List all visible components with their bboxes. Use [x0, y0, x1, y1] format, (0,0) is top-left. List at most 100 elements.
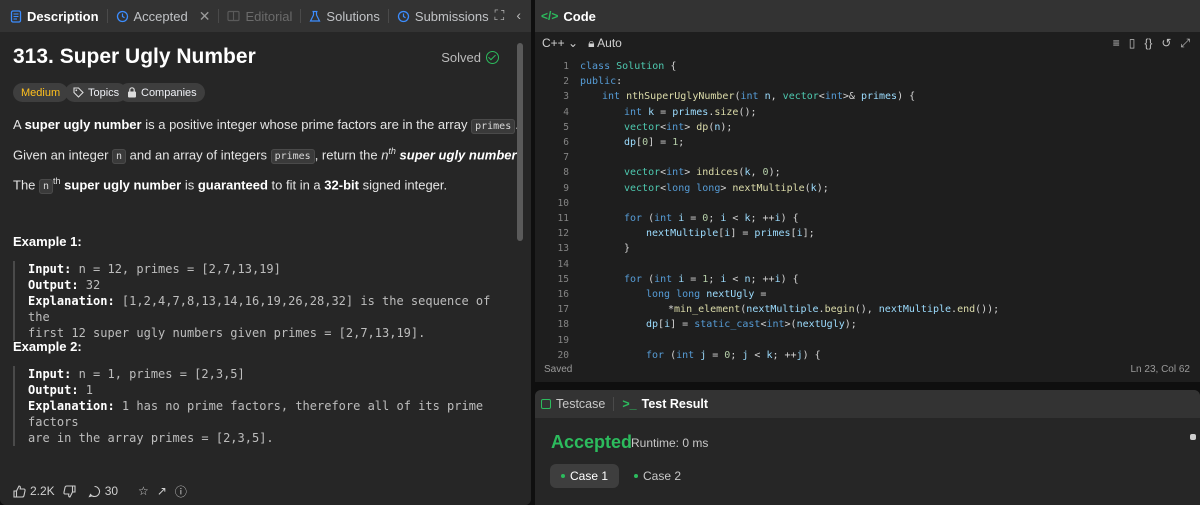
line-number: 12 — [557, 228, 569, 240]
dislike-button[interactable] — [63, 484, 76, 498]
tab-divider — [218, 9, 220, 23]
code-title: Code — [563, 8, 596, 24]
line-number: 5 — [563, 121, 569, 133]
companies-button[interactable]: Companies — [119, 83, 205, 102]
tab-solutions-label: Solutions — [326, 8, 380, 24]
case-tab-1[interactable]: Case 1 — [550, 464, 620, 488]
like-count: 2.2K — [30, 484, 55, 498]
tab-editorial[interactable]: Editorial — [227, 9, 292, 24]
code-toolbar: C++ ⌄ 🔒︎ Auto — [535, 32, 1200, 54]
line-number: 1 — [563, 61, 569, 72]
code-line: int nthSuperUglyNumber(int n, vector<int… — [602, 91, 916, 103]
code-line: int k = primes.size(); — [624, 106, 757, 118]
line-number: 15 — [557, 273, 569, 285]
description-scrollbar[interactable] — [516, 33, 524, 473]
left-tab-bar: Description Accepted ✕ Editorial Solutio… — [0, 0, 531, 32]
case-tab-2[interactable]: Case 2 — [623, 464, 692, 488]
book-icon — [227, 10, 241, 22]
tab-description[interactable]: Description — [10, 9, 99, 24]
bookmark-icon[interactable]: ▯ — [1129, 36, 1136, 51]
editor-actions: ≡ ▯ {} ↺ ⤢ — [1113, 36, 1190, 51]
tab-testcase[interactable]: Testcase — [541, 397, 605, 411]
example-block: Input: n = 1, primes = [2,3,5] Output: 1… — [13, 366, 513, 446]
tab-test-result[interactable]: >_ Test Result — [622, 397, 708, 411]
save-status: Saved — [544, 364, 573, 375]
code-line: vector<int> dp(n); — [624, 121, 733, 133]
line-number: 2 — [563, 76, 569, 88]
chevron-left-icon[interactable]: ‹ — [516, 7, 521, 24]
history-icon — [116, 10, 128, 22]
tab-editorial-label: Editorial — [245, 8, 293, 24]
line-number: 8 — [563, 167, 569, 179]
auto-mode[interactable]: 🔒︎ Auto — [588, 36, 622, 51]
description-paragraph: A super ugly number is a positive intege… — [13, 117, 519, 134]
difficulty-badge: Medium — [13, 83, 69, 102]
fullscreen-icon[interactable]: ⤢ — [1180, 36, 1190, 51]
lock-icon — [128, 87, 136, 98]
tab-divider — [300, 9, 302, 23]
code-line: for (int i = 1; i < n; ++i) { — [624, 273, 799, 285]
code-icon: </> — [541, 9, 559, 23]
topics-label: Topics — [88, 86, 120, 99]
tab-result-label: Test Result — [641, 397, 709, 411]
line-number: 18 — [557, 319, 569, 331]
cursor-position: Ln 23, Col 62 — [1130, 364, 1191, 375]
share-icon[interactable]: ↗ — [157, 484, 167, 498]
help-icon[interactable]: ⓘ — [175, 483, 187, 500]
solved-status: Solved — [441, 50, 499, 65]
description-paragraph: The nth super ugly number is guaranteed … — [13, 176, 448, 195]
code-line: for (int j = 0; j < k; ++j) { — [646, 349, 821, 361]
line-number: 9 — [563, 182, 569, 194]
star-icon[interactable]: ☆ — [138, 484, 149, 498]
code-line: *min_element(nextMultiple.begin(), nextM… — [668, 304, 1000, 316]
terminal-icon: >_ — [622, 397, 637, 411]
tab-submissions-label: Submissions — [414, 8, 489, 24]
panel-controls: ⛶ ‹ — [495, 7, 521, 24]
code-line: dp[0] = 1; — [624, 137, 685, 148]
code-panel: </> Code C++ ⌄ 🔒︎ Auto ≡ ▯ {} ↺ ⤢ 1 class… — [535, 0, 1200, 382]
tag-icon — [73, 87, 84, 98]
reset-icon[interactable]: ↺ — [1161, 36, 1171, 51]
code-line: nextMultiple[i] = primes[i]; — [646, 228, 815, 240]
checkbox-icon — [541, 399, 551, 409]
code-line: class Solution { — [580, 61, 677, 72]
line-number: 3 — [563, 91, 569, 103]
tab-divider — [387, 9, 389, 23]
result-scrollbar[interactable] — [1189, 430, 1197, 502]
flask-icon — [309, 10, 321, 22]
code-line: long long nextUgly = — [646, 289, 767, 300]
comments-button[interactable]: 30 — [88, 484, 118, 498]
topics-button[interactable]: Topics — [65, 83, 128, 102]
tab-description-label: Description — [27, 8, 99, 24]
code-line: } — [624, 243, 631, 255]
lock-icon: 🔒︎ — [588, 35, 595, 50]
description-paragraph: Given an integer n and an array of integ… — [13, 146, 520, 165]
difficulty-label: Medium — [21, 86, 61, 99]
tab-accepted[interactable]: Accepted ✕ — [116, 8, 211, 25]
problem-title: 313. Super Ugly Number — [13, 45, 256, 68]
tab-solutions[interactable]: Solutions — [309, 8, 380, 24]
comment-icon — [88, 485, 100, 497]
maximize-icon[interactable]: ⛶ — [495, 7, 505, 24]
code-line: dp[i] = static_cast<int>(nextUgly); — [646, 319, 857, 331]
line-number: 14 — [557, 258, 569, 270]
chevron-down-icon: ⌄ — [568, 36, 579, 50]
line-number: 6 — [563, 137, 569, 148]
code-line: for (int i = 0; i < k; ++i) { — [624, 213, 799, 224]
line-number: 10 — [557, 197, 569, 209]
code-editor[interactable]: 1 class Solution {2 public: 3 int nthSuperUg… — [535, 60, 1200, 361]
code-header: </> Code — [535, 0, 1200, 32]
code-line: vector<long long> nextMultiple(k); — [624, 182, 829, 194]
result-tab-bar: Testcase >_ Test Result — [535, 390, 1200, 418]
language-select[interactable]: C++ ⌄ — [542, 36, 578, 50]
tab-submissions[interactable]: Submissions — [397, 9, 489, 24]
close-icon[interactable]: ✕ — [199, 8, 211, 25]
braces-icon[interactable]: {} — [1144, 36, 1152, 51]
like-button[interactable]: 2.2K — [13, 484, 55, 498]
line-number: 7 — [563, 152, 569, 164]
pass-dot-icon — [561, 474, 565, 478]
tab-testcase-label: Testcase — [556, 397, 606, 411]
tab-accepted-label: Accepted — [133, 8, 188, 24]
example-title: Example 1: — [13, 234, 82, 249]
format-icon[interactable]: ≡ — [1113, 36, 1120, 51]
